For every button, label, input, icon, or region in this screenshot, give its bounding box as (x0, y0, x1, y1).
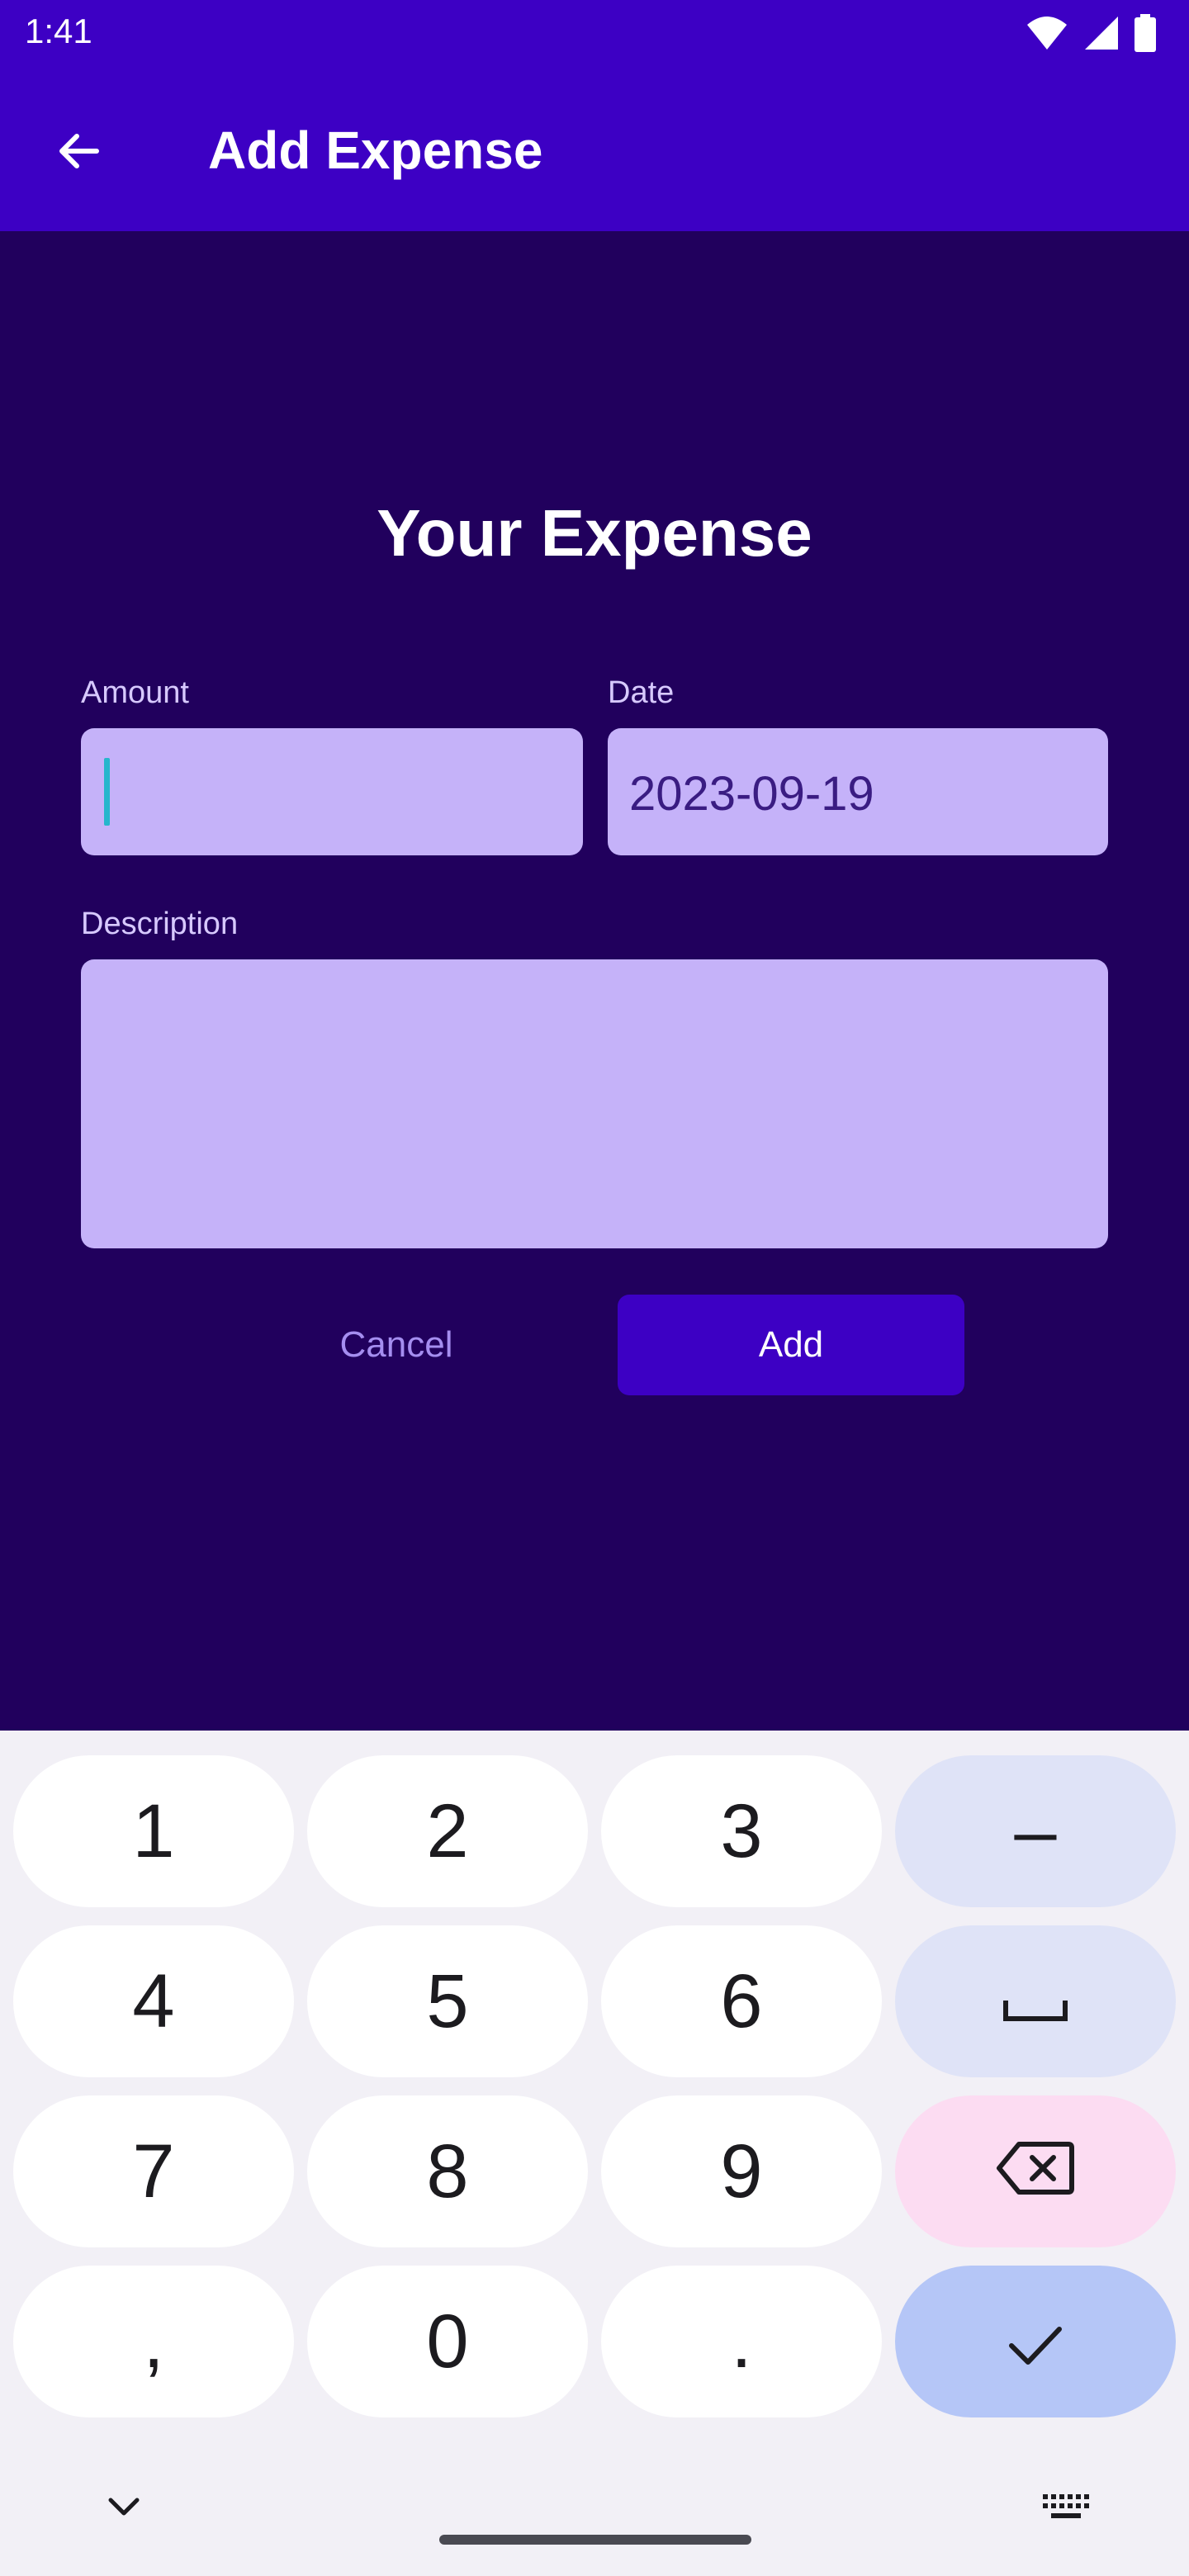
key-minus[interactable]: – (895, 1755, 1176, 1907)
arrow-back-icon (54, 126, 103, 180)
date-value: 2023-09-19 (629, 767, 874, 821)
battery-icon (1135, 13, 1156, 56)
key-2[interactable]: 2 (307, 1755, 588, 1907)
status-time: 1:41 (25, 12, 92, 50)
cancel-button[interactable]: Cancel (256, 1295, 537, 1395)
text-cursor (104, 758, 110, 826)
key-done[interactable] (895, 2266, 1176, 2417)
back-button[interactable] (33, 107, 124, 198)
key-backspace[interactable] (895, 2095, 1176, 2247)
description-field[interactable] (81, 959, 1108, 1248)
space-icon (1001, 1958, 1070, 2045)
app-bar (0, 69, 1189, 231)
hide-keyboard-button[interactable] (91, 2484, 157, 2533)
key-8[interactable]: 8 (307, 2095, 588, 2247)
chevron-down-icon (106, 2495, 142, 2522)
amount-field[interactable] (81, 728, 583, 855)
key-6[interactable]: 6 (601, 1925, 882, 2077)
page-title: Add Expense (208, 121, 543, 180)
wifi-icon (1026, 15, 1068, 55)
key-3[interactable]: 3 (601, 1755, 882, 1907)
key-4[interactable]: 4 (13, 1925, 294, 2077)
status-bar (0, 0, 1189, 69)
key-period[interactable]: . (601, 2266, 882, 2417)
key-space[interactable] (895, 1925, 1176, 2077)
backspace-icon (996, 2129, 1075, 2215)
amount-label: Amount (81, 675, 189, 710)
form-heading: Your Expense (377, 496, 812, 570)
key-0[interactable]: 0 (307, 2266, 588, 2417)
date-label: Date (608, 675, 675, 710)
keyboard-icon (1041, 2493, 1089, 2525)
key-7[interactable]: 7 (13, 2095, 294, 2247)
key-comma[interactable]: , (13, 2266, 294, 2417)
key-5[interactable]: 5 (307, 1925, 588, 2077)
key-1[interactable]: 1 (13, 1755, 294, 1907)
home-indicator[interactable] (439, 2535, 751, 2545)
switch-keyboard-button[interactable] (1032, 2484, 1098, 2533)
check-icon (1007, 2299, 1064, 2385)
key-9[interactable]: 9 (601, 2095, 882, 2247)
signal-icon (1083, 15, 1120, 55)
status-icons (1026, 13, 1156, 56)
description-label: Description (81, 907, 239, 941)
add-button[interactable]: Add (618, 1295, 964, 1395)
